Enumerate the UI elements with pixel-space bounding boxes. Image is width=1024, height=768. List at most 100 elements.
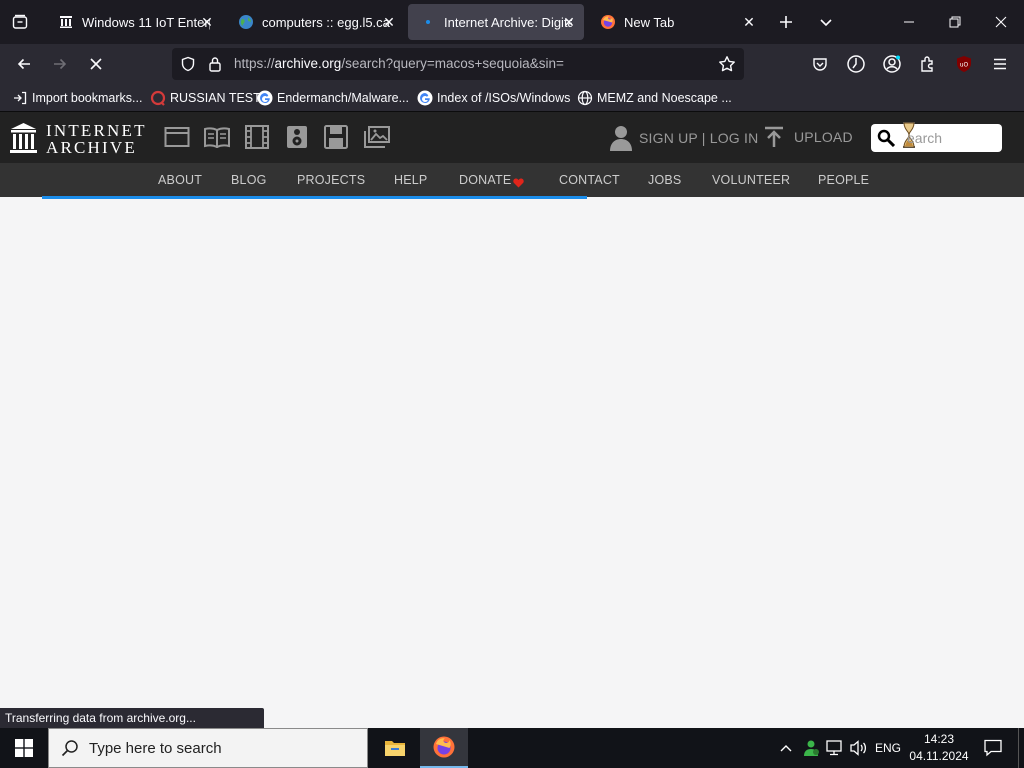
firefox-icon (433, 736, 455, 758)
ia-logo[interactable]: INTERNET ARCHIVE (10, 121, 145, 157)
logo-text-archive: ARCHIVE (46, 138, 137, 157)
volume-icon[interactable] (848, 728, 870, 768)
stop-icon (90, 58, 102, 70)
signup-login-link[interactable]: SIGN UP | LOG IN (639, 130, 758, 146)
bookmark-label: Import bookmarks... (32, 91, 143, 105)
tab-strip: Windows 11 IoT Enterp ✕ computers :: egg… (0, 0, 1024, 44)
ia-search-box[interactable]: earch (871, 122, 1002, 152)
tab-windows-11[interactable]: Windows 11 IoT Enterp ✕ (46, 4, 222, 40)
close-tab-icon[interactable]: ✕ (198, 13, 216, 31)
loading-dot-icon (420, 14, 436, 30)
archive-icon (58, 14, 74, 30)
tab-title: computers :: egg.l5.ca (262, 14, 390, 30)
nav-help[interactable]: HELP (394, 173, 427, 187)
tab-new-tab[interactable]: New Tab ✕ (588, 4, 764, 40)
status-panel: Transferring data from archive.org... (0, 708, 264, 728)
extensions-button[interactable] (912, 48, 944, 80)
close-window-button[interactable] (978, 0, 1024, 44)
clock-date: 04.11.2024 (909, 749, 969, 763)
bookmark-label: Endermanch/Malware... (277, 91, 410, 105)
upload-icon[interactable] (764, 126, 784, 153)
software-icon[interactable] (324, 125, 348, 154)
search-icon (61, 740, 78, 757)
stop-button[interactable] (80, 48, 112, 80)
show-hidden-icons-chevron-icon[interactable] (776, 728, 796, 768)
bookmark-label: Index of /ISOs/Windows (437, 91, 571, 105)
hamburger-menu-icon (994, 58, 1006, 70)
ublock-origin-button[interactable]: uO (948, 48, 980, 80)
close-icon (995, 16, 1007, 28)
nav-about[interactable]: ABOUT (158, 173, 202, 187)
plus-icon (780, 16, 792, 28)
tab-list-icon[interactable] (8, 10, 32, 34)
google-icon (417, 90, 433, 106)
restore-button[interactable] (932, 0, 978, 44)
upload-link[interactable]: UPLOAD (794, 129, 853, 145)
forward-button[interactable] (44, 48, 76, 80)
minimize-button[interactable] (886, 0, 932, 44)
start-button[interactable] (0, 728, 48, 768)
show-desktop-button[interactable] (1018, 728, 1024, 768)
chevron-down-icon (820, 19, 832, 27)
new-tab-button[interactable] (772, 8, 800, 36)
app-menu-button[interactable] (984, 48, 1016, 80)
web-icon[interactable] (164, 126, 190, 153)
clock[interactable]: 14:23 04.11.2024 (906, 728, 972, 768)
tab-computers[interactable]: computers :: egg.l5.ca ✕ (226, 4, 404, 40)
close-tab-icon[interactable]: ✕ (740, 13, 758, 31)
file-explorer-button[interactable] (371, 728, 419, 768)
address-bar[interactable]: https://archive.org/search?query=macos+s… (172, 48, 744, 80)
nav-blog[interactable]: BLOG (231, 173, 267, 187)
taskbar-search-box[interactable]: Type here to search (48, 728, 368, 768)
bookmark-memz[interactable]: MEMZ and Noescape ... (577, 89, 732, 107)
ublock-origin-icon: uO (957, 56, 971, 72)
close-tab-icon[interactable]: ✕ (560, 13, 578, 31)
nav-contact[interactable]: CONTACT (559, 173, 620, 187)
texts-icon[interactable] (204, 126, 230, 153)
firefox-taskbar-button[interactable] (420, 728, 468, 768)
bookmark-import[interactable]: Import bookmarks... (12, 89, 142, 107)
search-icon (877, 129, 895, 147)
nav-donate[interactable]: DONATE (459, 173, 511, 187)
nav-people[interactable]: PEOPLE (818, 173, 869, 187)
windows-logo-icon (15, 739, 33, 757)
pocket-button[interactable] (804, 48, 836, 80)
close-tab-icon[interactable]: ✕ (380, 13, 398, 31)
user-avatar-icon[interactable] (610, 125, 632, 156)
bookmarks-toolbar: Import bookmarks... RUSSIAN TEST Enderma… (0, 84, 1024, 112)
tab-title: Windows 11 IoT Enterp (82, 14, 210, 30)
lock-icon[interactable] (208, 56, 222, 77)
navigation-toolbar: https://archive.org/search?query=macos+s… (0, 44, 1024, 84)
globe-icon (238, 14, 254, 30)
list-all-tabs-button[interactable] (812, 8, 840, 36)
notifications-button[interactable] (976, 728, 1010, 768)
tab-title: New Tab (624, 14, 675, 30)
url-text[interactable]: https://archive.org/search?query=macos+s… (234, 56, 564, 71)
ia-secondary-nav: ABOUT BLOG PROJECTS HELP DONATE CONTACT … (0, 163, 1024, 197)
account-button[interactable] (876, 48, 908, 80)
tracking-protection-shield-icon[interactable] (180, 56, 196, 77)
nav-jobs[interactable]: JOBS (648, 173, 681, 187)
back-button[interactable] (8, 48, 40, 80)
archive-building-icon (10, 123, 37, 153)
back-arrow-icon (17, 58, 30, 70)
bookmark-endermanch[interactable]: Endermanch/Malware... (257, 89, 409, 107)
bookmark-russian-test[interactable]: RUSSIAN TEST (150, 89, 261, 107)
people-tray-icon[interactable] (800, 728, 822, 768)
images-icon[interactable] (364, 126, 390, 153)
heart-icon (513, 175, 524, 193)
ia-search-placeholder: earch (907, 130, 943, 146)
network-icon[interactable] (824, 728, 846, 768)
audio-icon[interactable] (286, 125, 308, 154)
google-icon (257, 90, 273, 106)
notification-icon (984, 739, 1002, 757)
tab-internet-archive[interactable]: Internet Archive: Digital ✕ (408, 4, 584, 40)
history-extension-button[interactable] (840, 48, 872, 80)
bookmark-star-icon[interactable] (718, 55, 736, 78)
bookmark-index-isos[interactable]: Index of /ISOs/Windows (417, 89, 570, 107)
nav-projects[interactable]: PROJECTS (297, 173, 365, 187)
nav-volunteer[interactable]: VOLUNTEER (712, 173, 790, 187)
video-icon[interactable] (244, 125, 270, 154)
clock-time: 14:23 (923, 732, 955, 746)
input-language[interactable]: ENG (872, 728, 904, 768)
